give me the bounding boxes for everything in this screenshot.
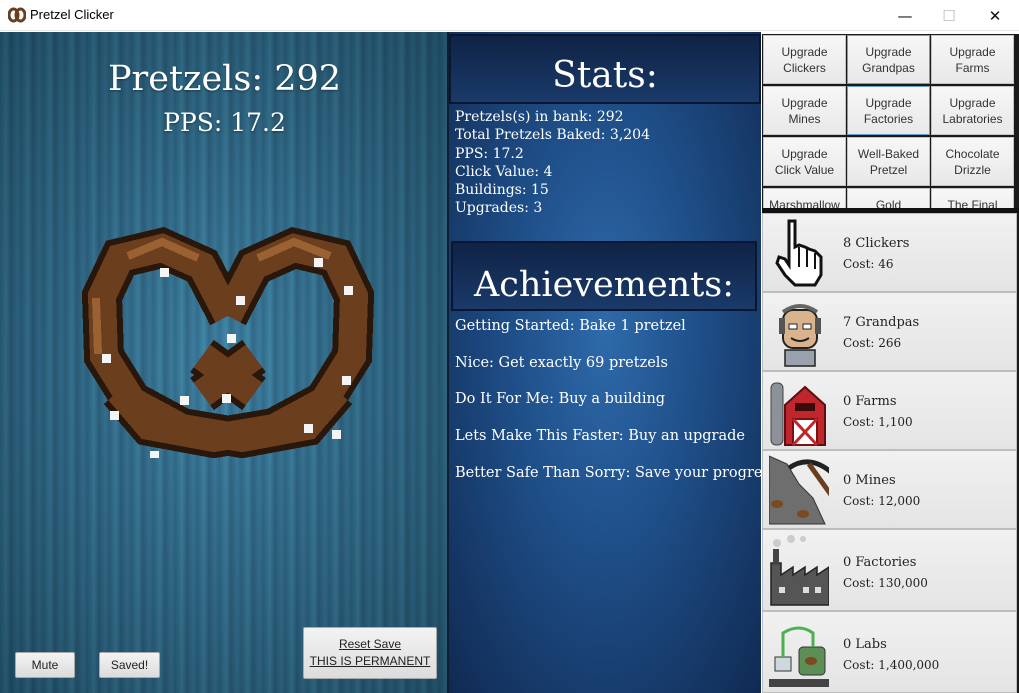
building-factories[interactable]: 0 Factories Cost: 130,000 (762, 529, 1017, 611)
building-clickers[interactable]: 8 Clickers Cost: 46 (762, 213, 1017, 292)
building-name: 0 Factories (843, 555, 917, 570)
reset-save-label: Reset Save (338, 637, 402, 651)
upgrade-label: Marshmallow (769, 198, 840, 208)
buildings-list: 8 Clickers Cost: 46 7 Grandpas Cost: 266… (762, 213, 1019, 693)
pretzel-count: Pretzels: 292 (107, 59, 342, 99)
stat-total-baked: Total Pretzels Baked: 3,204 (455, 127, 650, 144)
building-name: 0 Mines (843, 473, 896, 488)
maximize-button[interactable]: ☐ (926, 0, 972, 31)
upgrade-label: Gold (875, 198, 902, 208)
mute-button[interactable]: Mute (15, 652, 75, 678)
achievement-item: Lets Make This Faster: Buy an upgrade (455, 428, 745, 445)
upgrade-label: Upgrade (781, 95, 828, 110)
upgrade-labratories-button[interactable]: Upgrade Labratories (931, 86, 1014, 135)
upgrade-label: Upgrade (865, 44, 912, 59)
upgrade-factories-button[interactable]: Upgrade Factories (847, 86, 930, 135)
upgrade-chocolate-button[interactable]: Chocolate Drizzle (931, 137, 1014, 186)
building-grandpas[interactable]: 7 Grandpas Cost: 266 (762, 292, 1017, 371)
building-cost: Cost: 130,000 (843, 576, 928, 590)
title-bar: Pretzel Clicker — ☐ ✕ (0, 0, 1019, 31)
lab-flask-icon (769, 626, 829, 687)
upgrade-label: Upgrade (865, 95, 912, 110)
upgrade-label: Upgrade (781, 44, 828, 59)
upgrade-label: The Final (947, 198, 998, 208)
upgrade-clickers-button[interactable]: Upgrade Clickers (763, 35, 846, 84)
reset-warning-label: THIS IS PERMANENT (309, 654, 431, 668)
upgrade-label: Upgrade (949, 95, 996, 110)
building-cost: Cost: 1,400,000 (843, 658, 940, 672)
window-title: Pretzel Clicker (30, 7, 114, 22)
upgrade-label: Chocolate (945, 146, 1000, 161)
achievements-list: Getting Started: Bake 1 pretzel Nice: Ge… (455, 317, 761, 500)
building-cost: Cost: 1,100 (843, 415, 913, 429)
building-mines[interactable]: 0 Mines Cost: 12,000 (762, 450, 1017, 529)
close-button[interactable]: ✕ (972, 0, 1018, 31)
upgrade-label: Click Value (774, 162, 835, 177)
upgrade-label: Mines (788, 111, 821, 126)
minimize-button[interactable]: — (882, 0, 928, 31)
building-cost: Cost: 266 (843, 336, 902, 350)
factory-icon (770, 535, 829, 606)
save-button[interactable]: Saved! (99, 652, 160, 678)
achievement-item: Do It For Me: Buy a building (455, 391, 666, 408)
reset-save-button[interactable]: Reset Save THIS IS PERMANENT (303, 627, 437, 679)
upgrade-click-value-button[interactable]: Upgrade Click Value (763, 137, 846, 186)
stat-pps: PPS: 17.2 (455, 145, 524, 162)
building-farms[interactable]: 0 Farms Cost: 1,100 (762, 371, 1017, 450)
cursor-hand-icon (775, 219, 823, 287)
upgrade-label: Upgrade (949, 44, 996, 59)
upgrade-mines-button[interactable]: Upgrade Mines (763, 86, 846, 135)
upgrade-marshmallow-button[interactable]: Marshmallow (763, 188, 846, 208)
building-cost: Cost: 12,000 (843, 494, 921, 508)
pretzel-app-icon (8, 7, 26, 23)
stat-buildings: Buildings: 15 (455, 182, 549, 199)
pretzel-panel: Pretzels: 292 PPS: 17.2 Mute Saved! Rese… (0, 32, 449, 693)
achievements-heading: Achievements: (451, 241, 757, 311)
building-name: 7 Grandpas (843, 315, 920, 330)
pickaxe-icon (769, 455, 829, 525)
barn-icon (770, 382, 826, 447)
stat-bank: Pretzels(s) in bank: 292 (455, 109, 624, 125)
upgrade-final-button[interactable]: The Final (931, 188, 1014, 208)
stats-heading: Stats: (449, 34, 761, 104)
achievement-item: Better Safe Than Sorry: Save your progre… (455, 464, 761, 481)
upgrade-gold-button[interactable]: Gold (847, 188, 930, 208)
upgrade-label: Upgrade (781, 146, 828, 161)
upgrade-label: Factories (863, 111, 914, 126)
grandpa-icon (779, 304, 821, 367)
upgrade-label: Farms (955, 60, 990, 75)
stats-list: Pretzels(s) in bank: 292 Total Pretzels … (455, 108, 755, 218)
upgrade-label: Clickers (783, 60, 826, 75)
upgrade-label: Well-Baked (857, 146, 920, 161)
upgrade-well-baked-button[interactable]: Well-Baked Pretzel (847, 137, 930, 186)
upgrade-label: Labratories (942, 111, 1003, 126)
stats-panel: Stats: Pretzels(s) in bank: 292 Total Pr… (449, 32, 761, 693)
pps-display: PPS: 17.2 (163, 108, 286, 137)
pretzel-click-icon[interactable] (82, 206, 374, 458)
building-labs[interactable]: 0 Labs Cost: 1,400,000 (762, 611, 1017, 693)
upgrade-label: Drizzle (954, 162, 991, 177)
upgrades-grid: Upgrade Clickers Upgrade Grandpas Upgrade F… (762, 34, 1019, 208)
building-name: 0 Farms (843, 394, 897, 409)
achievement-item: Getting Started: Bake 1 pretzel (455, 318, 686, 334)
building-name: 0 Labs (843, 637, 887, 652)
building-cost: Cost: 46 (843, 257, 894, 271)
achievement-item: Nice: Get exactly 69 pretzels (455, 354, 668, 371)
upgrade-label: Grandpas (862, 60, 915, 75)
upgrade-grandpas-button[interactable]: Upgrade Grandpas (847, 35, 930, 84)
upgrade-label: Pretzel (869, 162, 908, 177)
upgrade-farms-button[interactable]: Upgrade Farms (931, 35, 1014, 84)
stat-click-value: Click Value: 4 (455, 163, 553, 180)
stat-upgrades: Upgrades: 3 (455, 200, 543, 217)
building-name: 8 Clickers (843, 236, 910, 251)
